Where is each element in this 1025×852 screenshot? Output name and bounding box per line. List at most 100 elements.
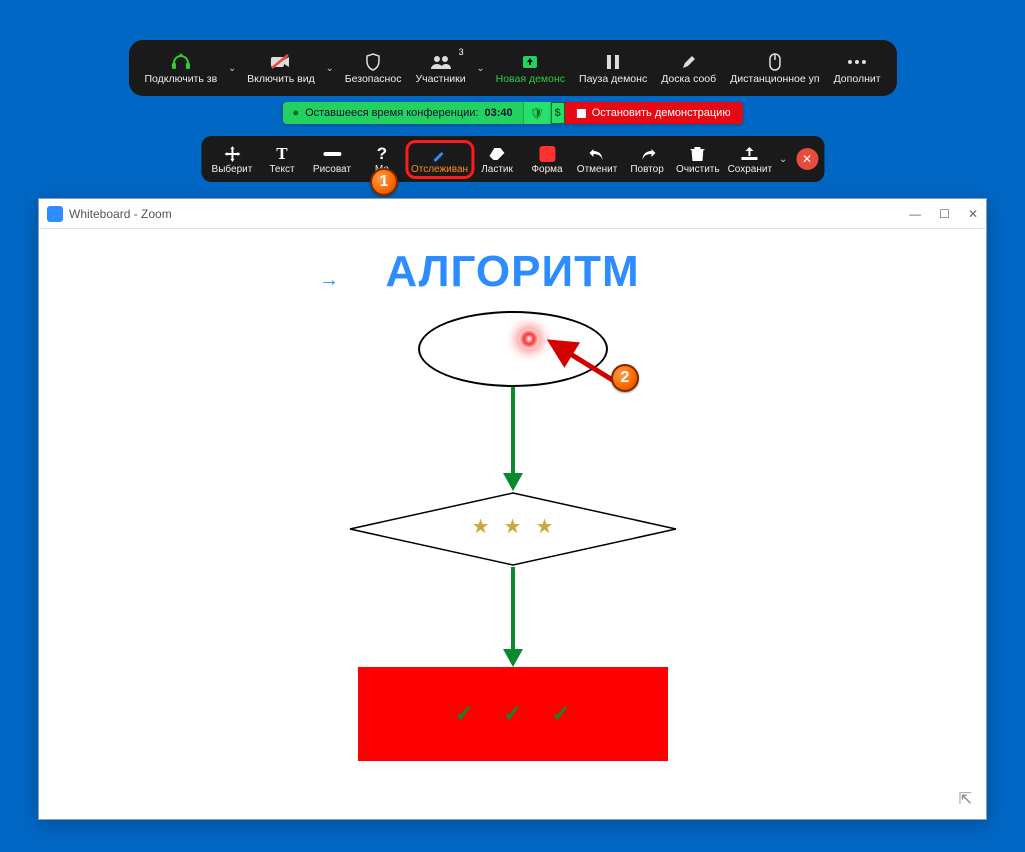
text-icon: T (276, 144, 287, 164)
flow-arrow-1-head (503, 473, 523, 491)
save-tool[interactable]: Сохранит (724, 142, 776, 177)
text-tool[interactable]: T Текст (257, 142, 307, 177)
headphones-icon (171, 51, 191, 73)
whiteboard-canvas[interactable]: → АЛГОРИТМ 2 ★ ★ ★ ✓ ✓ ✓ ⇱ (39, 229, 986, 819)
laser-pointer-dot (519, 329, 539, 349)
whiteboard-toolbar-button[interactable]: Доска сооб (655, 49, 722, 87)
remote-label: Дистанционное уп (730, 73, 819, 85)
shield-icon (365, 51, 381, 73)
stop-share-label: Остановить демонстрацию (592, 107, 731, 119)
status-dollar-icon[interactable]: $ (551, 102, 565, 124)
new-share-label: Новая демонс (496, 73, 565, 85)
video-label: Включить вид (247, 73, 315, 85)
trash-icon (691, 144, 705, 164)
spotlight-label: Отслеживан (411, 164, 468, 175)
question-icon: ? (377, 144, 387, 164)
check-icon: ✓ (552, 701, 570, 727)
maximize-button[interactable]: ☐ (939, 207, 950, 221)
check-icon: ✓ (455, 701, 473, 727)
undo-tool[interactable]: Отменит (572, 142, 622, 177)
participants-icon (430, 51, 452, 73)
callout-marker-1-text: 1 (380, 173, 389, 191)
flow-arrow-1-line (511, 387, 515, 475)
callout-marker-2: 2 (611, 364, 639, 392)
select-tool[interactable]: Выберит (207, 142, 257, 177)
annotation-toolbar: Выберит T Текст Рисоват ? Ме Отслеживан … (201, 136, 824, 182)
security-button[interactable]: Безопаснос (339, 49, 408, 87)
draw-tool[interactable]: Рисоват (307, 142, 357, 177)
participants-button[interactable]: 3 Участники (409, 49, 471, 87)
star-icon: ★ (535, 514, 553, 539)
share-status-bar: ● Оставшееся время конференции: 03:40 🛡 … (282, 102, 742, 124)
audio-button[interactable]: Подключить зв (138, 49, 223, 87)
whiteboard-title: Whiteboard - Zoom (69, 207, 172, 221)
clear-tool[interactable]: Очистить (672, 142, 724, 177)
format-tool[interactable]: Форма (522, 142, 572, 177)
whiteboard-toolbar-label: Доска сооб (661, 73, 716, 85)
stop-share-button[interactable]: Остановить демонстрацию (565, 102, 743, 124)
close-annotation-button[interactable]: ✕ (796, 148, 818, 170)
share-page-icon[interactable]: ⇱ (959, 789, 972, 809)
remote-button[interactable]: Дистанционное уп (724, 49, 825, 87)
mouse-icon (769, 51, 781, 73)
status-shield-icon[interactable]: 🛡 (524, 102, 551, 124)
heading-arrow-icon: → (319, 269, 339, 292)
save-icon (741, 144, 759, 164)
star-icon: ★ (504, 514, 522, 539)
check-icon: ✓ (503, 701, 521, 727)
video-off-icon (270, 51, 292, 73)
spotlight-tool[interactable]: Отслеживан (407, 142, 472, 177)
star-icon: ★ (472, 514, 490, 539)
audio-caret[interactable]: ⌄ (225, 63, 239, 74)
more-button[interactable]: Дополнит (828, 49, 887, 87)
spotlight-icon (431, 144, 447, 164)
share-up-icon (520, 51, 540, 73)
format-label: Форма (531, 164, 562, 175)
draw-label: Рисоват (313, 164, 351, 175)
move-icon (224, 144, 240, 164)
main-toolbar: Подключить зв ⌄ Включить вид ⌄ Безопасно… (128, 40, 896, 96)
video-button[interactable]: Включить вид (241, 49, 321, 87)
remaining-label: Оставшееся время конференции: (305, 107, 478, 119)
callout-marker-2-text: 2 (621, 369, 630, 387)
remaining-time: 03:40 (484, 107, 512, 119)
participants-label: Участники (415, 73, 465, 85)
pencil-icon (681, 51, 697, 73)
participants-caret[interactable]: ⌄ (474, 63, 488, 74)
undo-label: Отменит (577, 164, 617, 175)
save-label: Сохранит (728, 164, 772, 175)
redo-icon (638, 144, 656, 164)
clear-label: Очистить (676, 164, 720, 175)
whiteboard-titlebar[interactable]: Whiteboard - Zoom — ☐ ✕ (39, 199, 986, 229)
new-share-button[interactable]: Новая демонс (490, 49, 571, 87)
more-label: Дополнит (834, 73, 881, 85)
eraser-tool[interactable]: Ластик (472, 142, 522, 177)
whiteboard-window: Whiteboard - Zoom — ☐ ✕ → АЛГОРИТМ 2 ★ ★… (38, 198, 987, 820)
redo-label: Повтор (630, 164, 663, 175)
pause-icon (606, 51, 620, 73)
eraser-icon (489, 144, 505, 164)
eraser-label: Ластик (481, 164, 513, 175)
pause-share-button[interactable]: Пауза демонс (573, 49, 653, 87)
save-caret[interactable]: ⌄ (776, 154, 790, 165)
audio-label: Подключить зв (144, 73, 217, 85)
remaining-time-panel: ● Оставшееся время конференции: 03:40 (282, 102, 523, 124)
flowchart-process-box: ✓ ✓ ✓ (358, 667, 668, 761)
pause-share-label: Пауза демонс (579, 73, 647, 85)
security-label: Безопаснос (345, 73, 402, 85)
undo-icon (588, 144, 606, 164)
close-icon: ✕ (802, 152, 812, 166)
flow-arrow-2-line (511, 567, 515, 651)
select-label: Выберит (212, 164, 253, 175)
video-caret[interactable]: ⌄ (323, 63, 337, 74)
draw-line-icon (323, 144, 341, 164)
redo-tool[interactable]: Повтор (622, 142, 672, 177)
participants-badge: 3 (459, 47, 464, 57)
canvas-heading: АЛГОРИТМ (385, 247, 639, 297)
flow-arrow-2-head (503, 649, 523, 667)
minimize-button[interactable]: — (909, 207, 921, 221)
more-icon (847, 51, 867, 73)
window-close-button[interactable]: ✕ (968, 207, 978, 221)
clock-icon: ● (292, 107, 299, 119)
format-icon (539, 144, 555, 164)
